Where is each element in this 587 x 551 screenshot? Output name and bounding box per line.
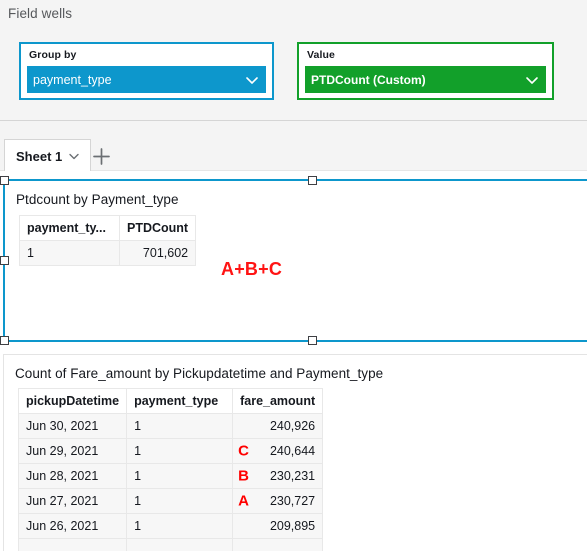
visual-title-bottom: Count of Fare_amount by Pickupdatetime a…: [15, 366, 384, 381]
table-header-row: pickupDatetime payment_type fare_amount: [17, 388, 324, 414]
cell-pickup-datetime: [17, 538, 128, 551]
app-root: Field wells Group by payment_type Value …: [0, 0, 587, 551]
resize-handle-top-middle[interactable]: [308, 176, 317, 185]
cell-payment-type: 1: [126, 488, 234, 514]
sheet-tab-bar: Sheet 1: [0, 120, 587, 172]
visual-count-of-fare-amount[interactable]: Count of Fare_amount by Pickupdatetime a…: [3, 354, 587, 551]
resize-handle-bottom-left[interactable]: [0, 336, 9, 345]
field-pill-payment-type[interactable]: payment_type: [27, 66, 266, 93]
cell-pickup-datetime: Jun 29, 2021: [17, 438, 128, 464]
cell-payment-type: 1: [126, 413, 234, 439]
field-pill-value-text: PTDCount (Custom): [311, 72, 426, 87]
cell-fare-amount-value: 240,644: [269, 444, 316, 458]
field-well-group-by-label: Group by: [29, 49, 77, 61]
sheet-canvas: Ptdcount by Payment_type payment_ty... P…: [0, 171, 587, 551]
cell-pickup-datetime: Jun 28, 2021: [17, 463, 128, 489]
add-sheet-button[interactable]: [92, 147, 111, 166]
cell-fare-amount: [232, 538, 324, 551]
table-row[interactable]: Jun 27, 2021 1 A 230,727: [17, 488, 324, 514]
cell-payment-type: [126, 538, 234, 551]
table-row[interactable]: Jun 26, 2021 1 209,895: [17, 513, 324, 539]
annotation-marker: B: [238, 467, 249, 485]
column-header-pickupdatetime[interactable]: pickupDatetime: [17, 388, 128, 414]
cell-payment-type: 1: [126, 438, 234, 464]
field-pill-group-by-text: payment_type: [33, 72, 112, 87]
resize-handle-top-left[interactable]: [0, 176, 9, 185]
cell-fare-amount: 209,895: [232, 513, 324, 539]
column-header-payment-type[interactable]: payment_type: [126, 388, 234, 414]
cell-fare-amount: 240,926: [232, 413, 324, 439]
table-row[interactable]: Jun 28, 2021 1 B 230,231: [17, 463, 324, 489]
table-row[interactable]: Jun 30, 2021 1 240,926: [17, 413, 324, 439]
table-header-row: payment_ty... PTDCount: [19, 215, 197, 241]
visual-ptdcount-by-payment-type[interactable]: Ptdcount by Payment_type payment_ty... P…: [0, 176, 587, 345]
cell-pickup-datetime: Jun 30, 2021: [17, 413, 128, 439]
annotation-marker: A: [238, 492, 249, 510]
field-wells-panel: Field wells Group by payment_type Value …: [0, 0, 587, 120]
cell-fare-amount: A 230,727: [232, 488, 324, 514]
column-header-ptdcount[interactable]: PTDCount: [118, 215, 197, 241]
field-wells-title: Field wells: [8, 6, 73, 21]
table-row[interactable]: 1 701,602: [19, 240, 197, 266]
column-header-payment-type[interactable]: payment_ty...: [19, 215, 120, 241]
chevron-down-icon[interactable]: [244, 72, 260, 88]
annotation-marker: C: [238, 442, 249, 460]
visual-title-top: Ptdcount by Payment_type: [16, 192, 179, 207]
field-pill-ptdcount[interactable]: PTDCount (Custom): [305, 66, 546, 93]
plus-icon: [93, 148, 110, 165]
cell-fare-amount: B 230,231: [232, 463, 324, 489]
cell-payment-type: 1: [126, 513, 234, 539]
cell-payment-type: 1: [19, 240, 120, 266]
pivot-table-bottom[interactable]: pickupDatetime payment_type fare_amount …: [17, 388, 324, 551]
cell-fare-amount-value: 240,926: [269, 419, 316, 433]
cell-pickup-datetime: Jun 27, 2021: [17, 488, 128, 514]
cell-fare-amount-value: 230,231: [269, 469, 316, 483]
cell-ptdcount: 701,602: [118, 240, 197, 266]
resize-handle-middle-left[interactable]: [0, 256, 9, 265]
cell-payment-type: 1: [126, 463, 234, 489]
annotation-formula: A+B+C: [221, 259, 283, 279]
chevron-down-icon[interactable]: [524, 72, 540, 88]
cell-pickup-datetime: Jun 26, 2021: [17, 513, 128, 539]
table-row[interactable]: [17, 538, 324, 551]
field-well-value[interactable]: Value PTDCount (Custom): [297, 42, 554, 100]
tab-sheet-1[interactable]: Sheet 1: [4, 139, 92, 172]
cell-fare-amount: C 240,644: [232, 438, 324, 464]
field-well-value-label: Value: [307, 49, 335, 61]
tab-sheet-1-label: Sheet 1: [16, 148, 63, 164]
chevron-down-icon[interactable]: [67, 149, 81, 163]
column-header-fare-amount[interactable]: fare_amount: [232, 388, 324, 414]
cell-fare-amount-value: 209,895: [269, 519, 316, 533]
field-well-group-by[interactable]: Group by payment_type: [19, 42, 274, 100]
table-row[interactable]: Jun 29, 2021 1 C 240,644: [17, 438, 324, 464]
pivot-table-top[interactable]: payment_ty... PTDCount 1 701,602: [19, 215, 197, 266]
cell-fare-amount-value: 230,727: [269, 494, 316, 508]
resize-handle-bottom-middle[interactable]: [308, 336, 317, 345]
